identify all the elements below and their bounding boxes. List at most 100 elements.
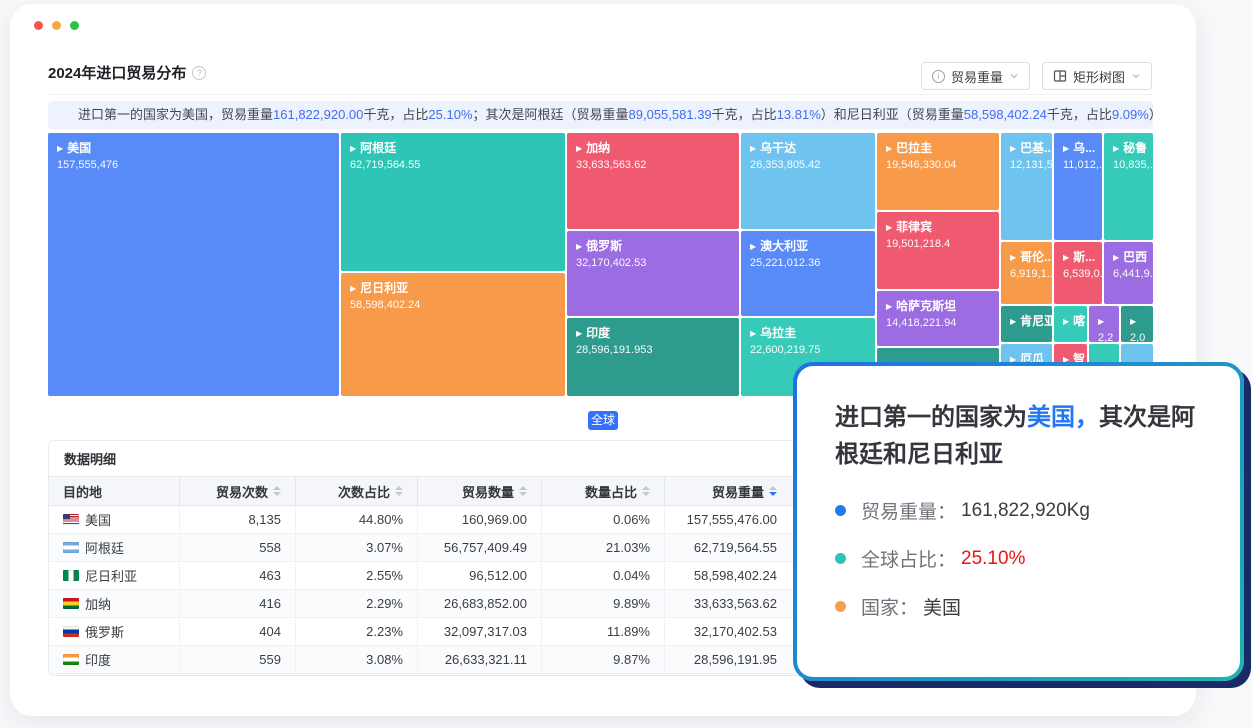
- column-header[interactable]: 贸易次数: [179, 477, 295, 505]
- summary-banner: 进口第一的国家为美国，贸易重量161,822,920.00千克，占比25.10%…: [48, 101, 1153, 129]
- treemap-cell[interactable]: ▶哥伦...6,919,1...: [1001, 242, 1052, 304]
- tooltip-card: 进口第一的国家为美国，其次是阿根廷和尼日利亚 贸易重量：161,822,920K…: [793, 362, 1244, 681]
- drilldown-arrow-icon: ▶: [1063, 317, 1069, 326]
- treemap-cell[interactable]: ▶2,0: [1121, 306, 1153, 342]
- treemap-cell[interactable]: ▶菲律宾19,501,218.4: [877, 212, 999, 289]
- sort-icon[interactable]: [769, 486, 777, 496]
- breadcrumb-global[interactable]: 全球: [588, 411, 618, 430]
- tooltip-item-label: 贸易重量：: [861, 497, 956, 524]
- window-close-dot[interactable]: [34, 21, 43, 30]
- sort-icon[interactable]: [519, 486, 527, 496]
- legend-dot-icon: [835, 553, 846, 564]
- treemap-cell-label: ▶加纳: [576, 140, 730, 158]
- column-header[interactable]: 数量占比: [541, 477, 664, 505]
- treemap-cell-value: 25,221,012.36: [750, 256, 866, 271]
- treemap-cell[interactable]: ▶斯...6,539,0...: [1054, 242, 1102, 304]
- us-flag-icon: [63, 514, 79, 525]
- treemap-cell-label: ▶喀: [1063, 313, 1078, 331]
- column-header[interactable]: 贸易数量: [417, 477, 541, 505]
- treemap-cell[interactable]: ▶2,2: [1089, 306, 1119, 342]
- value-cell: 2.23%: [295, 618, 417, 645]
- treemap-cell-value: 10,835,...: [1113, 158, 1144, 173]
- treemap-cell[interactable]: ▶肯尼亚: [1001, 306, 1052, 342]
- column-header[interactable]: 贸易重量: [664, 477, 791, 505]
- treemap-cell-label: ▶乌...: [1063, 140, 1093, 158]
- value-cell: 416: [179, 590, 295, 617]
- treemap-cell[interactable]: ▶加纳33,633,563.62: [567, 133, 739, 229]
- column-header: 目的地: [49, 477, 179, 505]
- treemap-cell[interactable]: ▶印度28,596,191.953: [567, 318, 739, 396]
- treemap-cell[interactable]: ▶乌干达26,353,805.42: [741, 133, 875, 229]
- treemap-cell[interactable]: ▶美国157,555,476: [48, 133, 339, 396]
- header-divider: [48, 94, 1153, 95]
- sort-icon[interactable]: [642, 486, 650, 496]
- drilldown-arrow-icon: ▶: [1130, 317, 1136, 326]
- value-cell: 8,135: [179, 506, 295, 533]
- summary-segment: 25.10%: [428, 107, 472, 122]
- drilldown-arrow-icon: ▶: [350, 144, 356, 153]
- value-cell: 3.08%: [295, 646, 417, 673]
- drilldown-arrow-icon: ▶: [57, 144, 63, 153]
- summary-segment: ；其次是阿根廷（贸易重量: [473, 107, 629, 122]
- treemap-cell-value: 6,919,1...: [1010, 267, 1043, 282]
- treemap-cell[interactable]: ▶巴基...12,131,5...: [1001, 133, 1052, 240]
- treemap-cell[interactable]: ▶乌...11,012,...: [1054, 133, 1102, 240]
- sort-icon[interactable]: [395, 486, 403, 496]
- treemap-cell-value: 26,353,805.42: [750, 158, 866, 173]
- value-cell: 56,757,409.49: [417, 534, 541, 561]
- drilldown-arrow-icon: ▶: [750, 242, 756, 251]
- country-name: 加纳: [85, 594, 111, 613]
- sort-desc-caret: [769, 492, 777, 496]
- sort-desc-caret: [519, 492, 527, 496]
- treemap-cell[interactable]: ▶秘鲁10,835,...: [1104, 133, 1153, 240]
- value-cell: 463: [179, 562, 295, 589]
- drilldown-arrow-icon: ▶: [750, 144, 756, 153]
- treemap-cell-label: ▶哥伦...: [1010, 249, 1043, 267]
- app-window: 2024年进口贸易分布 ? i 贸易重量 矩形树图 进口第一的国家为美国，贸易重…: [10, 4, 1196, 716]
- drilldown-arrow-icon: ▶: [1010, 253, 1016, 262]
- value-cell: 3.07%: [295, 534, 417, 561]
- tooltip-items: 贸易重量：161,822,920Kg全球占比：25.10%国家：美国: [835, 497, 1202, 620]
- treemap-cell[interactable]: ▶喀: [1054, 306, 1087, 342]
- sort-icon[interactable]: [273, 486, 281, 496]
- treemap-cell-label: ▶菲律宾: [886, 219, 990, 237]
- treemap-cell[interactable]: ▶巴西6,441,9...: [1104, 242, 1153, 304]
- treemap-cell-value: 58,598,402.24: [350, 298, 556, 313]
- summary-segment: 千克，占比: [712, 107, 777, 122]
- treemap-cell[interactable]: ▶阿根廷62,719,564.55: [341, 133, 565, 271]
- window-maximize-dot[interactable]: [70, 21, 79, 30]
- help-icon[interactable]: ?: [192, 66, 206, 80]
- treemap-cell[interactable]: ▶俄罗斯32,170,402.53: [567, 231, 739, 316]
- treemap-cell[interactable]: ▶澳大利亚25,221,012.36: [741, 231, 875, 316]
- column-header[interactable]: 次数占比: [295, 477, 417, 505]
- value-cell: 96,512.00: [417, 562, 541, 589]
- metric-select[interactable]: i 贸易重量: [921, 62, 1030, 90]
- value-cell: 21.03%: [541, 534, 664, 561]
- sort-asc-caret: [769, 486, 777, 490]
- chart-type-select[interactable]: 矩形树图: [1042, 62, 1152, 90]
- value-cell: 558: [179, 534, 295, 561]
- treemap-cell-label: ▶巴拉圭: [886, 140, 990, 158]
- sort-asc-caret: [273, 486, 281, 490]
- treemap-cell-label: ▶斯...: [1063, 249, 1093, 267]
- treemap-cell-label: ▶哈萨克斯坦: [886, 298, 990, 316]
- destination-cell: 尼日利亚: [49, 562, 179, 589]
- value-cell: 32,170,402.53: [664, 618, 791, 645]
- treemap-cell-label: ▶巴基...: [1010, 140, 1043, 158]
- window-minimize-dot[interactable]: [52, 21, 61, 30]
- summary-segment: 89,055,581.39: [629, 107, 712, 122]
- drilldown-arrow-icon: ▶: [1098, 317, 1104, 326]
- treemap-cell[interactable]: ▶巴拉圭19,546,330.04: [877, 133, 999, 210]
- treemap-cell-value: 62,719,564.55: [350, 158, 556, 173]
- treemap-cell-value: 11,012,...: [1063, 158, 1093, 173]
- treemap-cell-label: ▶: [1130, 313, 1144, 331]
- legend-dot-icon: [835, 601, 846, 612]
- drilldown-arrow-icon: ▶: [350, 284, 356, 293]
- value-cell: 32,097,317.03: [417, 618, 541, 645]
- summary-segment: ）。: [1149, 107, 1153, 122]
- tooltip-title-segment: 进口第一的国家为: [835, 404, 1027, 431]
- treemap-cell[interactable]: ▶尼日利亚58,598,402.24: [341, 273, 565, 396]
- tooltip-title-segment: 美国，: [1027, 404, 1099, 431]
- treemap-cell[interactable]: ▶哈萨克斯坦14,418,221.94: [877, 291, 999, 346]
- tooltip-item-label: 全球占比：: [861, 545, 956, 572]
